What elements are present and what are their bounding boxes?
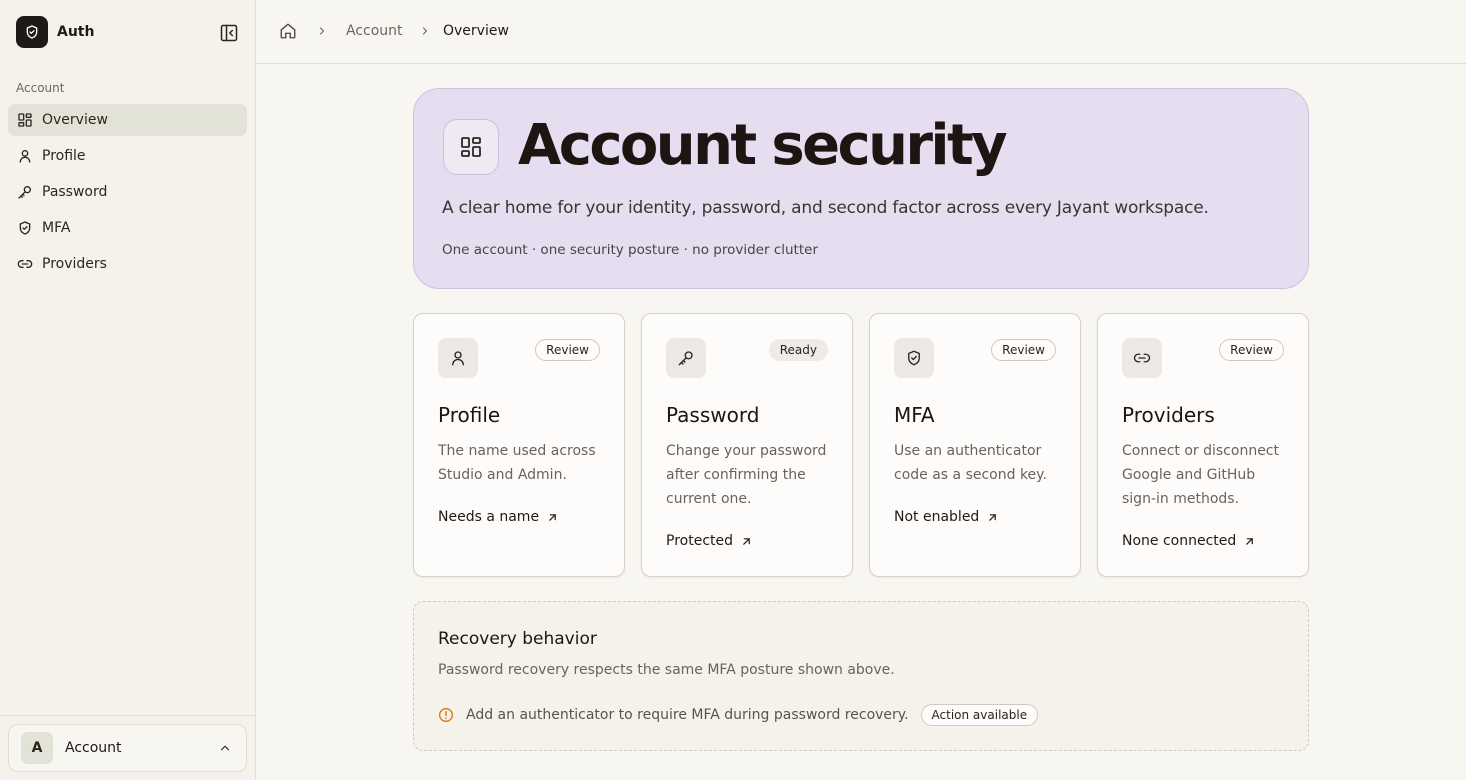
recovery-title: Recovery behavior: [438, 629, 597, 649]
breadcrumb-current: Overview: [443, 23, 509, 39]
arrow-up-right-icon: [549, 513, 556, 521]
card-link-profile[interactable]: Needs a name: [438, 509, 559, 525]
recovery-notice: Add an authenticator to require MFA duri…: [438, 704, 1039, 726]
card-title: MFA: [894, 403, 935, 427]
key-icon: [666, 338, 706, 378]
brand[interactable]: Auth: [16, 16, 94, 48]
sidebar-item-label: Profile: [42, 148, 86, 164]
hero-meta: One account · one security posture · no …: [442, 242, 819, 258]
home-icon[interactable]: [279, 22, 297, 40]
sidebar-item-label: Overview: [42, 112, 108, 128]
account-switcher[interactable]: A Account: [8, 724, 247, 772]
status-badge: Review: [535, 339, 600, 361]
sidebar-item-mfa[interactable]: MFA: [8, 212, 247, 244]
sidebar-item-overview[interactable]: Overview: [8, 104, 247, 136]
breadcrumb-account-link[interactable]: Account: [346, 23, 403, 39]
link-icon: [1122, 338, 1162, 378]
card-profile[interactable]: Review Profile The name used across Stud…: [413, 313, 625, 577]
card-description: The name used across Studio and Admin.: [438, 443, 596, 483]
recovery-description: Password recovery respects the same MFA …: [438, 662, 895, 678]
nav-section-label: Account: [16, 81, 65, 95]
sidebar-collapse-icon: [220, 24, 238, 42]
grid-icon: [18, 113, 32, 127]
sidebar: Auth Account Overview Profile Password M…: [0, 0, 256, 780]
card-link-label: None connected: [1122, 533, 1237, 549]
warning-circle-icon: [439, 708, 453, 722]
card-description: Change your password after confirming th…: [666, 443, 827, 507]
brand-name: Auth: [57, 24, 95, 40]
card-link-label: Protected: [666, 533, 733, 549]
page-title: Account security: [518, 113, 1008, 178]
arrow-up-right-icon: [1246, 537, 1254, 545]
card-link-label: Not enabled: [894, 509, 980, 525]
arrow-up-right-icon: [989, 513, 997, 521]
sidebar-item-label: Password: [42, 184, 108, 200]
sidebar-item-label: Providers: [42, 256, 107, 272]
status-badge: Ready: [768, 339, 828, 361]
card-title: Profile: [438, 403, 501, 427]
card-title: Providers: [1122, 403, 1215, 427]
sidebar-divider: [0, 715, 255, 716]
link-icon: [17, 260, 33, 268]
key-icon: [18, 186, 31, 199]
shield-check-icon: [16, 16, 48, 48]
shield-check-icon: [19, 221, 31, 235]
sidebar-toggle-button[interactable]: [216, 20, 242, 46]
card-link-mfa[interactable]: Not enabled: [894, 509, 999, 525]
recovery-panel: Recovery behavior Password recovery resp…: [413, 601, 1309, 751]
card-providers[interactable]: Review Providers Connect or disconnect G…: [1097, 313, 1309, 577]
card-description: Use an authenticator code as a second ke…: [894, 443, 1047, 483]
sidebar-item-providers[interactable]: Providers: [8, 248, 247, 280]
chevron-right-icon: [316, 25, 328, 37]
card-link-providers[interactable]: None connected: [1122, 533, 1256, 549]
action-available-badge[interactable]: Action available: [920, 704, 1039, 726]
card-mfa[interactable]: Review MFA Use an authenticator code as …: [869, 313, 1081, 577]
grid-icon: [443, 119, 499, 175]
sidebar-item-label: MFA: [42, 220, 71, 236]
sidebar-nav: Overview Profile Password MFA Providers: [8, 104, 247, 284]
user-icon: [438, 338, 478, 378]
sidebar-item-profile[interactable]: Profile: [8, 140, 247, 172]
avatar: A: [21, 732, 53, 764]
card-title: Password: [666, 403, 760, 427]
hero-banner: Account security A clear home for your i…: [413, 88, 1309, 289]
breadcrumb: Account Overview: [256, 0, 1466, 64]
hero-subtitle: A clear home for your identity, password…: [442, 198, 1209, 218]
card-description: Connect or disconnect Google and GitHub …: [1122, 443, 1279, 507]
status-badge: Review: [1219, 339, 1284, 361]
card-link-password[interactable]: Protected: [666, 533, 753, 549]
sidebar-item-password[interactable]: Password: [8, 176, 247, 208]
recovery-notice-text: Add an authenticator to require MFA duri…: [466, 707, 909, 723]
chevron-up-icon: [218, 741, 232, 755]
card-password[interactable]: Ready Password Change your password afte…: [641, 313, 853, 577]
account-label: Account: [65, 740, 122, 756]
card-link-label: Needs a name: [438, 509, 540, 525]
status-badge: Review: [991, 339, 1056, 361]
arrow-up-right-icon: [743, 537, 750, 545]
user-icon: [19, 150, 31, 163]
shield-check-icon: [894, 338, 934, 378]
chevron-right-icon: [419, 25, 431, 37]
